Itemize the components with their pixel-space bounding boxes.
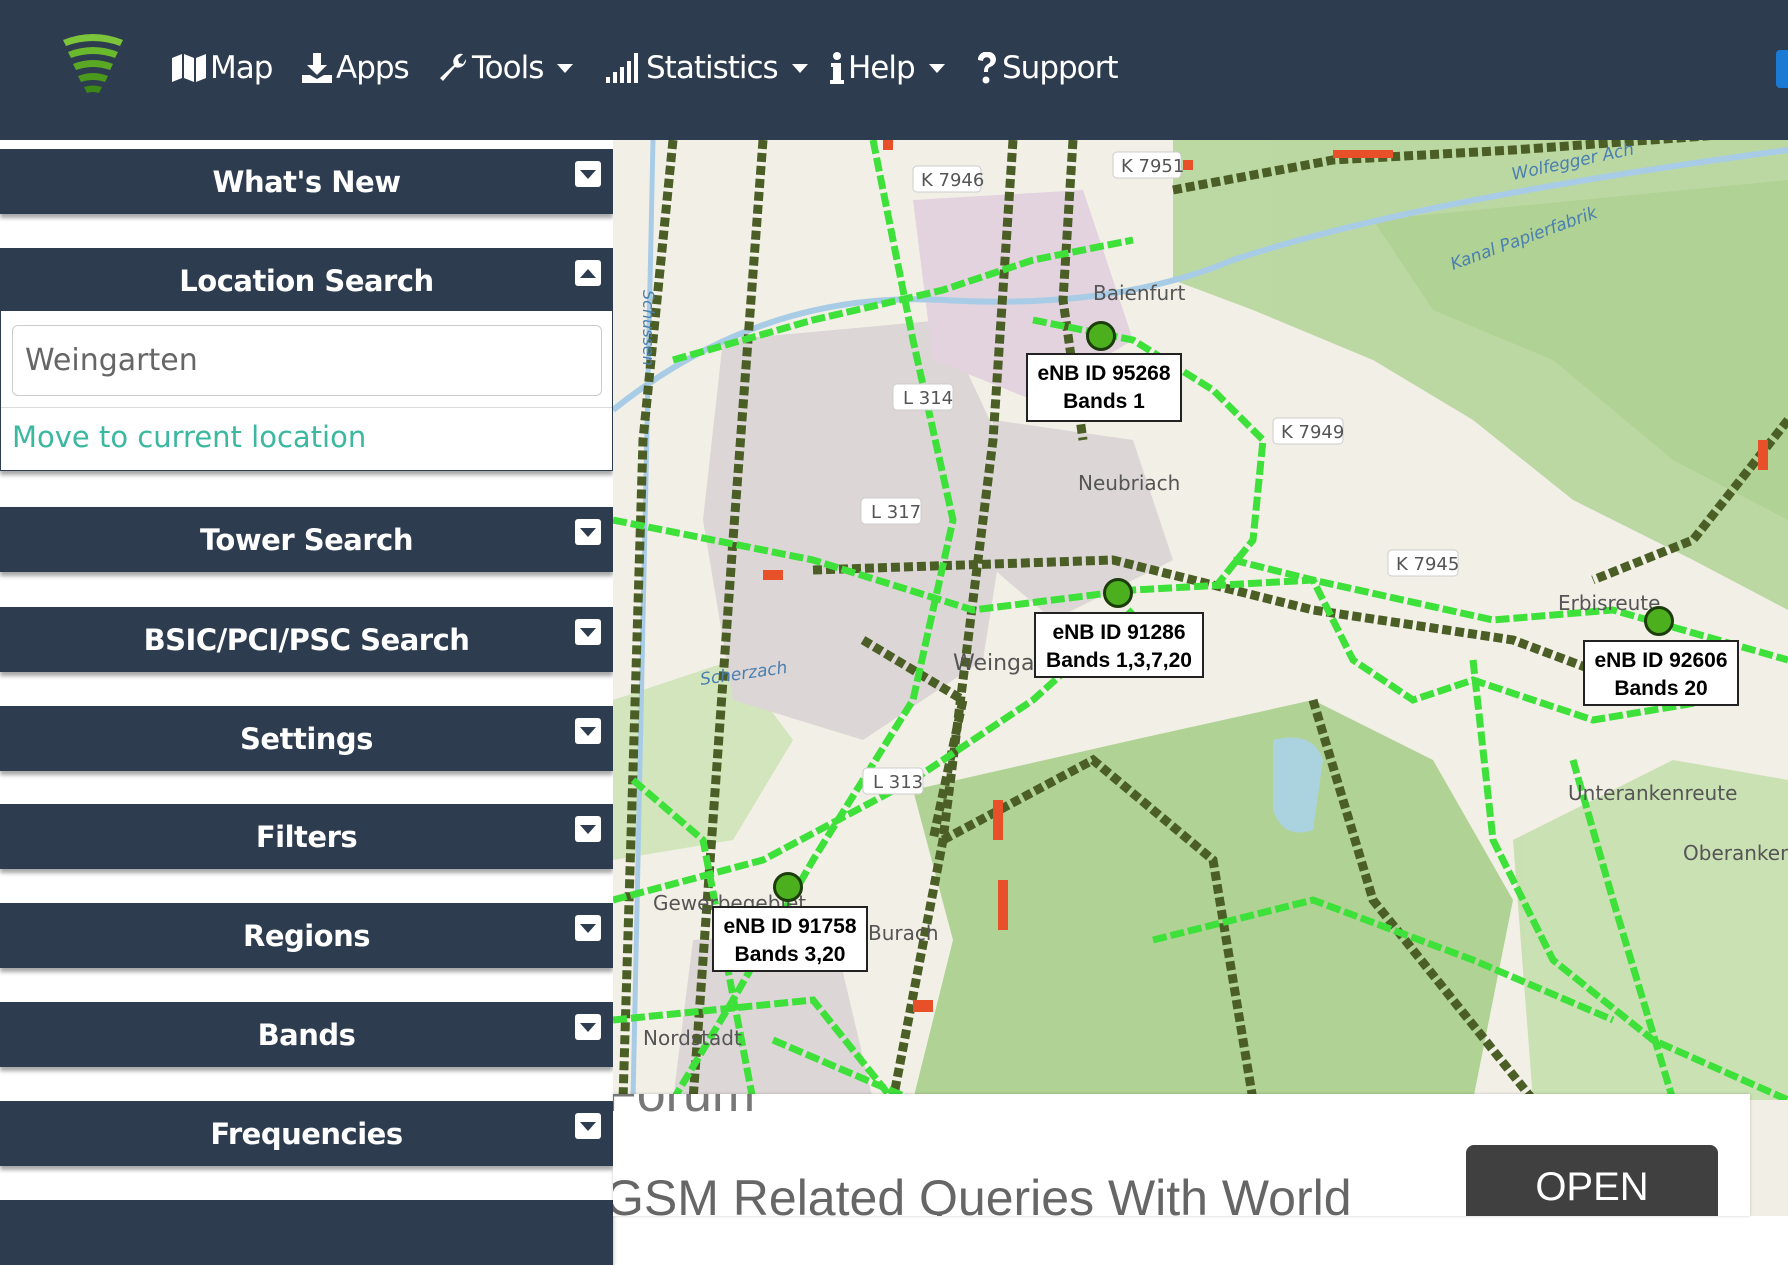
ad-title: Forum <box>613 1094 756 1123</box>
collapse-toggle[interactable] <box>575 260 601 286</box>
place-label: Burach <box>868 921 939 945</box>
panel-more[interactable] <box>0 1200 613 1265</box>
coverage-map[interactable]: K 7946 K 7951 L 314 L 317 L 313 K 7949 K… <box>613 140 1788 1216</box>
nav-tools[interactable]: Tools <box>438 45 574 91</box>
question-icon <box>977 52 996 84</box>
advertisement-banner[interactable]: Forum GSM Related Queries With World OPE… <box>613 1094 1750 1216</box>
road-label: L 313 <box>873 772 923 793</box>
chevron-down-icon <box>580 824 596 834</box>
chevron-down-icon <box>580 169 596 179</box>
tower-id: eNB ID 91286 <box>1052 621 1186 644</box>
expand-toggle[interactable] <box>575 915 601 941</box>
chevron-down-icon <box>580 1022 596 1032</box>
panel-title: Bands <box>257 1017 356 1052</box>
tower-id: eNB ID 91758 <box>723 915 857 938</box>
panel-title: What's New <box>212 164 401 199</box>
chevron-down-icon <box>928 63 945 73</box>
expand-toggle[interactable] <box>575 161 601 187</box>
road-label: L 317 <box>871 502 921 523</box>
place-label: Baienfurt <box>1093 281 1185 305</box>
chevron-down-icon <box>580 527 596 537</box>
road-label: K 7946 <box>921 170 984 191</box>
chevron-down-icon <box>580 1121 596 1131</box>
road-label: L 314 <box>903 388 953 409</box>
chevron-down-icon <box>580 627 596 637</box>
panel-bands[interactable]: Bands <box>0 1002 613 1067</box>
panel-title: Settings <box>240 721 373 756</box>
place-label: Erbisreute <box>1558 591 1660 615</box>
tower-bands: Bands 1,3,7,20 <box>1046 649 1192 672</box>
chevron-up-icon <box>580 268 596 278</box>
nav-statistics[interactable]: Statistics <box>606 45 808 91</box>
user-button[interactable] <box>1776 50 1788 88</box>
nav-support[interactable]: Support <box>976 45 1119 91</box>
location-search-input[interactable] <box>12 325 602 396</box>
info-icon <box>830 52 844 84</box>
place-label: Nordstadt <box>643 1026 742 1050</box>
tower-label[interactable]: eNB ID 91286 Bands 1,3,7,20 <box>1034 612 1204 678</box>
tower-bands: Bands 3,20 <box>734 943 846 966</box>
panel-bsic-pci-psc-search[interactable]: BSIC/PCI/PSC Search <box>0 607 613 672</box>
panel-location-search[interactable]: Location Search <box>0 248 613 313</box>
panel-title: Filters <box>255 819 358 854</box>
expand-toggle[interactable] <box>575 718 601 744</box>
chevron-down-icon <box>580 923 596 933</box>
panel-regions[interactable]: Regions <box>0 903 613 968</box>
water-label: Schussen <box>639 290 658 366</box>
move-to-current-location-link[interactable]: Move to current location <box>12 420 366 454</box>
tower-id: eNB ID 92606 <box>1594 649 1728 672</box>
panel-frequencies[interactable]: Frequencies <box>0 1101 613 1166</box>
chevron-down-icon <box>791 63 808 73</box>
download-icon <box>302 53 332 83</box>
road-label: K 7951 <box>1121 156 1184 177</box>
tower-id: eNB ID 95268 <box>1037 362 1171 385</box>
nav-apps[interactable]: Apps <box>302 45 410 91</box>
panel-title: Tower Search <box>200 522 413 557</box>
nav-help[interactable]: Help <box>830 45 945 91</box>
expand-toggle[interactable] <box>575 816 601 842</box>
tower-label[interactable]: eNB ID 92606 Bands 20 <box>1583 640 1739 706</box>
chevron-down-icon <box>557 63 574 73</box>
signal-bars-icon <box>606 53 638 83</box>
ad-text: GSM Related Queries With World <box>613 1170 1352 1216</box>
panel-title: Frequencies <box>210 1116 403 1151</box>
logo-icon[interactable] <box>58 30 128 98</box>
tower-label[interactable]: eNB ID 95268 Bands 1 <box>1026 353 1182 422</box>
expand-toggle[interactable] <box>575 1014 601 1040</box>
panel-filters[interactable]: Filters <box>0 804 613 869</box>
tower-marker[interactable] <box>1644 606 1674 636</box>
place-label: Oberankenreute <box>1683 841 1788 865</box>
top-navbar: Map Apps Tools Statistics Help Support <box>0 0 1788 140</box>
expand-toggle[interactable] <box>575 519 601 545</box>
place-label: Neubriach <box>1078 471 1180 495</box>
panel-settings[interactable]: Settings <box>0 706 613 771</box>
sidebar: What's New Location Search Move to curre… <box>0 140 613 1265</box>
ad-open-button[interactable]: OPEN <box>1466 1145 1718 1216</box>
tower-marker[interactable] <box>773 872 803 902</box>
panel-title: Regions <box>242 918 371 953</box>
panel-tower-search[interactable]: Tower Search <box>0 507 613 572</box>
road-label: K 7945 <box>1396 554 1459 575</box>
chevron-down-icon <box>580 726 596 736</box>
panel-title: Location Search <box>179 263 434 298</box>
panel-title: BSIC/PCI/PSC Search <box>143 622 470 657</box>
nav-map[interactable]: Map <box>172 45 273 91</box>
divider <box>1 407 612 408</box>
road-label: K 7949 <box>1281 422 1344 443</box>
expand-toggle[interactable] <box>575 1113 601 1139</box>
map-icon <box>172 54 206 82</box>
location-search-body: Move to current location <box>0 311 613 471</box>
place-label: Unterankenreute <box>1568 781 1737 805</box>
tower-marker[interactable] <box>1103 578 1133 608</box>
tower-marker[interactable] <box>1086 321 1116 351</box>
tower-bands: Bands 20 <box>1614 677 1708 700</box>
tower-label[interactable]: eNB ID 91758 Bands 3,20 <box>712 906 868 972</box>
panel-whats-new[interactable]: What's New <box>0 149 613 214</box>
wrench-icon <box>440 53 467 81</box>
tower-bands: Bands 1 <box>1063 390 1145 413</box>
expand-toggle[interactable] <box>575 619 601 645</box>
